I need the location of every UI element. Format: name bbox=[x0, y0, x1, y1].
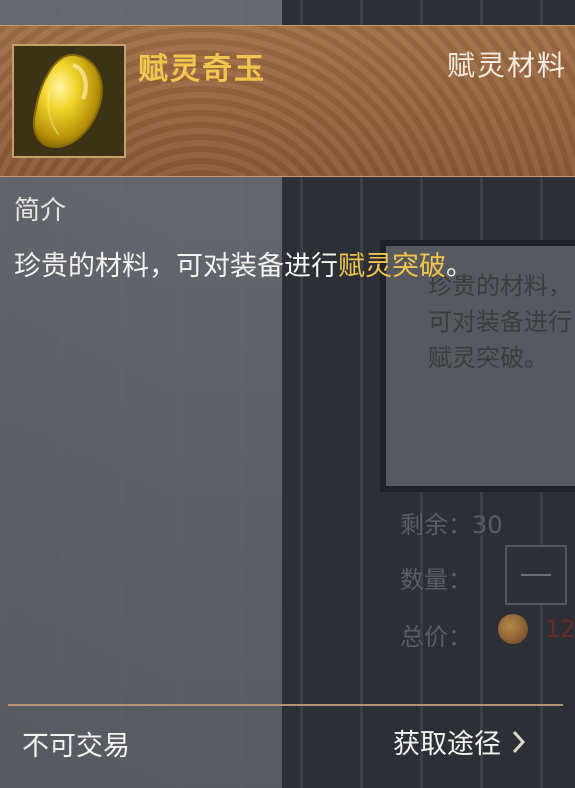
background-price-value: 12 bbox=[545, 615, 575, 643]
item-name: 赋灵奇玉 bbox=[138, 52, 266, 87]
acquisition-source-button[interactable]: 获取途径 bbox=[393, 722, 527, 761]
trade-status: 不可交易 bbox=[22, 731, 130, 762]
background-quantity-stepper[interactable] bbox=[505, 545, 567, 605]
acquisition-source-label: 获取途径 bbox=[393, 729, 501, 760]
chevron-right-icon bbox=[512, 730, 526, 753]
yellow-jade-gem-icon bbox=[33, 53, 103, 149]
description-highlight: 赋灵突破 bbox=[338, 251, 446, 282]
background-total-price-label: 总价： bbox=[400, 623, 472, 651]
background-quantity-label: 数量： bbox=[400, 566, 472, 594]
item-category: 赋灵材料 bbox=[446, 49, 567, 82]
item-header: 赋灵奇玉 赋灵材料 bbox=[0, 25, 575, 177]
background-panel-text: 珍贵的材料，可对装备进行赋灵突破。 bbox=[428, 272, 572, 372]
description-text: 珍贵的材料，可对装备进行 bbox=[14, 251, 338, 282]
description-period: 。 bbox=[446, 251, 473, 282]
item-description: 珍贵的材料，可对装备进行赋灵突破。 bbox=[14, 244, 473, 283]
item-icon-frame bbox=[12, 44, 126, 158]
description-section-label: 简介 bbox=[14, 196, 67, 226]
background-remaining-label: 剩余：30 bbox=[400, 511, 503, 539]
coin-icon bbox=[498, 614, 528, 644]
footer-divider bbox=[8, 704, 563, 706]
